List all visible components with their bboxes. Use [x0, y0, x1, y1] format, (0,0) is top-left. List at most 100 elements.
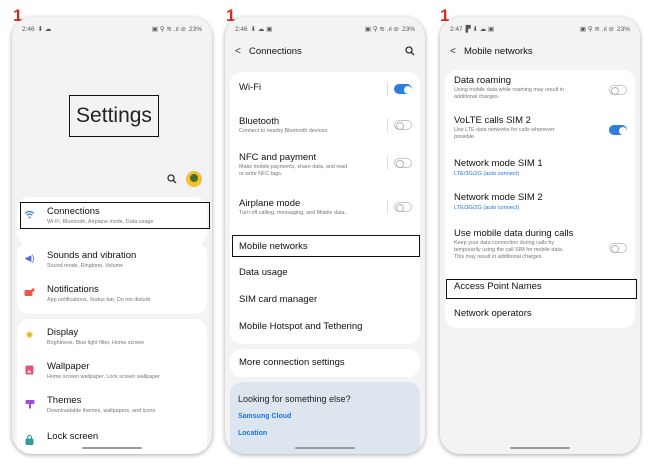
status-bar: 2:46 ⬇ ☁ ▣ ▣ ⚲ ≋ .ıl ⊘ 23% — [235, 23, 415, 35]
row-title: Network mode SIM 2 — [454, 192, 543, 203]
setting-row-more-connection[interactable]: More connection settings — [230, 357, 420, 369]
notification-icon — [24, 287, 35, 298]
status-system-icons: ▣ ⚲ ≋ .ıl ⊘ — [151, 26, 186, 33]
status-notification-icons: ⬇ ☁ ▣ — [250, 26, 273, 33]
settings-item-wallpaper[interactable]: Wallpaper Home screen wallpaper, Lock sc… — [17, 361, 207, 381]
settings-item-sub: Brightness, Blue light filter, Home scre… — [47, 340, 145, 346]
data-roaming-toggle[interactable] — [609, 85, 627, 95]
divider — [387, 118, 388, 132]
settings-item-themes[interactable]: Themes Downloadable themes, wallpapers, … — [17, 395, 207, 415]
row-sub: Keep your data connection during calls b… — [454, 240, 555, 246]
setting-row-hotspot[interactable]: Mobile Hotspot and Tethering — [230, 321, 420, 333]
back-icon[interactable]: < — [450, 46, 464, 57]
status-battery: 23% — [188, 25, 202, 33]
row-title: Network operators — [454, 308, 532, 319]
row-sub: temporarily using the call SIM for mobil… — [454, 247, 564, 253]
search-icon[interactable] — [167, 174, 177, 184]
settings-item-title: Sounds and vibration — [47, 250, 137, 261]
status-time: 2:47 — [450, 25, 463, 33]
page-title: Mobile networks — [464, 45, 533, 57]
row-sub: Make mobile payments, share data, and re… — [239, 164, 348, 170]
settings-card-sound: ◀) Sounds and vibration Sound mode, Ring… — [17, 242, 207, 314]
row-title: Data usage — [239, 267, 288, 278]
row-sub: Turn off calling, messaging, and Mobile … — [239, 210, 346, 216]
status-system-icons: ▣ ⚲ ≋ .ıl ⊘ — [364, 26, 399, 33]
avatar[interactable] — [186, 171, 202, 187]
row-title: More connection settings — [239, 357, 345, 368]
search-icon[interactable] — [405, 46, 415, 56]
connections-card-more: More connection settings — [230, 349, 420, 377]
settings-item-display[interactable]: ✺ Display Brightness, Blue light filter,… — [17, 327, 207, 347]
status-bar: 2:47 ▛ ⬇ ☁ ▣ ▣ ⚲ ≋ .ıl ⊘ 23% — [450, 23, 630, 35]
lock-icon — [24, 434, 35, 445]
row-sub: Use LTE data networks for calls whenever — [454, 127, 555, 133]
row-sub: or write NFC tags. — [239, 171, 283, 177]
settings-item-sub: App notifications, Status bar, Do not di… — [47, 297, 151, 303]
setting-row-sim-manager[interactable]: SIM card manager — [230, 294, 420, 306]
divider — [387, 156, 388, 170]
status-notification-icons: ⬇ ☁ — [37, 26, 52, 33]
mobile-data-calls-toggle[interactable] — [609, 243, 627, 253]
status-battery: 23% — [616, 25, 630, 33]
wifi-toggle[interactable] — [394, 84, 412, 94]
row-title: VoLTE calls SIM 2 — [454, 115, 531, 126]
settings-item-notifications[interactable]: Notifications App notifications, Status … — [17, 284, 207, 304]
row-title: NFC and payment — [239, 152, 317, 163]
themes-icon — [24, 398, 35, 409]
settings-item-title: Display — [47, 327, 79, 338]
setting-row-bluetooth[interactable]: Bluetooth Connect to nearby Bluetooth de… — [230, 116, 420, 135]
settings-item-title: Wallpaper — [47, 361, 90, 372]
page-title: Settings — [69, 95, 159, 137]
row-title: Network mode SIM 1 — [454, 158, 543, 169]
setting-row-airplane[interactable]: Airplane mode Turn off calling, messagin… — [230, 198, 420, 217]
setting-row-network-mode-sim2[interactable]: Network mode SIM 2 LTE/3G/2G (auto conne… — [445, 192, 635, 212]
link-location[interactable]: Location — [238, 430, 267, 437]
home-indicator[interactable] — [295, 447, 355, 449]
setting-row-network-operators[interactable]: Network operators — [445, 308, 635, 320]
status-time: 2:46 — [22, 25, 35, 33]
status-battery: 23% — [401, 25, 415, 33]
status-bar: 2:46 ⬇ ☁ ▣ ⚲ ≋ .ıl ⊘ 23% — [22, 23, 202, 35]
wallpaper-icon — [24, 364, 35, 375]
setting-row-data-roaming[interactable]: Data roaming Using mobile data while roa… — [445, 75, 635, 101]
back-icon[interactable]: < — [235, 46, 249, 57]
setting-row-wifi[interactable]: Wi-Fi — [230, 82, 420, 94]
row-sub: This may result in additional charges. — [454, 254, 543, 260]
home-indicator[interactable] — [510, 447, 570, 449]
bluetooth-toggle[interactable] — [394, 120, 412, 130]
settings-item-title: Themes — [47, 395, 82, 406]
row-sub: additional charges. — [454, 94, 500, 100]
row-title: Airplane mode — [239, 198, 301, 209]
volume-icon: ◀) — [24, 253, 35, 263]
settings-item-sounds[interactable]: ◀) Sounds and vibration Sound mode, Ring… — [17, 250, 207, 270]
looking-for-card: Looking for something else? Samsung Clou… — [230, 382, 420, 454]
settings-item-sub: Home screen wallpaper, Lock screen wallp… — [47, 374, 160, 380]
setting-row-volte[interactable]: VoLTE calls SIM 2 Use LTE data networks … — [445, 115, 635, 141]
setting-row-nfc[interactable]: NFC and payment Make mobile payments, sh… — [230, 152, 420, 178]
phone-connections-screen: 2:46 ⬇ ☁ ▣ ▣ ⚲ ≋ .ıl ⊘ 23% < Connections W… — [225, 17, 425, 454]
volte-toggle[interactable] — [609, 125, 627, 135]
row-title: Wi-Fi — [239, 82, 262, 93]
phone-mobile-networks-screen: 2:47 ▛ ⬇ ☁ ▣ ▣ ⚲ ≋ .ıl ⊘ 23% < Mobile netw… — [440, 17, 640, 454]
row-title: Use mobile data during calls — [454, 228, 574, 239]
settings-item-lock-screen[interactable]: Lock screen — [17, 431, 207, 445]
airplane-toggle[interactable] — [394, 202, 412, 212]
settings-item-title: Lock screen — [47, 431, 99, 442]
link-samsung-cloud[interactable]: Samsung Cloud — [238, 413, 291, 420]
row-title: Data roaming — [454, 75, 512, 86]
looking-for-title: Looking for something else? — [238, 394, 351, 404]
row-sub: LTE/3G/2G (auto connect) — [454, 205, 520, 211]
home-indicator[interactable] — [82, 447, 142, 449]
nfc-toggle[interactable] — [394, 158, 412, 168]
row-title: Bluetooth — [239, 116, 280, 127]
setting-row-mobile-data-calls[interactable]: Use mobile data during calls Keep your d… — [445, 228, 635, 261]
row-sub: LTE/3G/2G (auto connect) — [454, 171, 520, 177]
highlight-box-connections — [20, 202, 210, 229]
page-title: Connections — [249, 45, 302, 57]
brightness-icon: ✺ — [25, 330, 34, 340]
setting-row-network-mode-sim1[interactable]: Network mode SIM 1 LTE/3G/2G (auto conne… — [445, 158, 635, 178]
row-title: Mobile Hotspot and Tethering — [239, 321, 363, 332]
settings-item-sub: Downloadable themes, wallpapers, and ico… — [47, 408, 156, 414]
settings-card-display: ✺ Display Brightness, Blue light filter,… — [17, 319, 207, 454]
setting-row-data-usage[interactable]: Data usage — [230, 267, 420, 279]
